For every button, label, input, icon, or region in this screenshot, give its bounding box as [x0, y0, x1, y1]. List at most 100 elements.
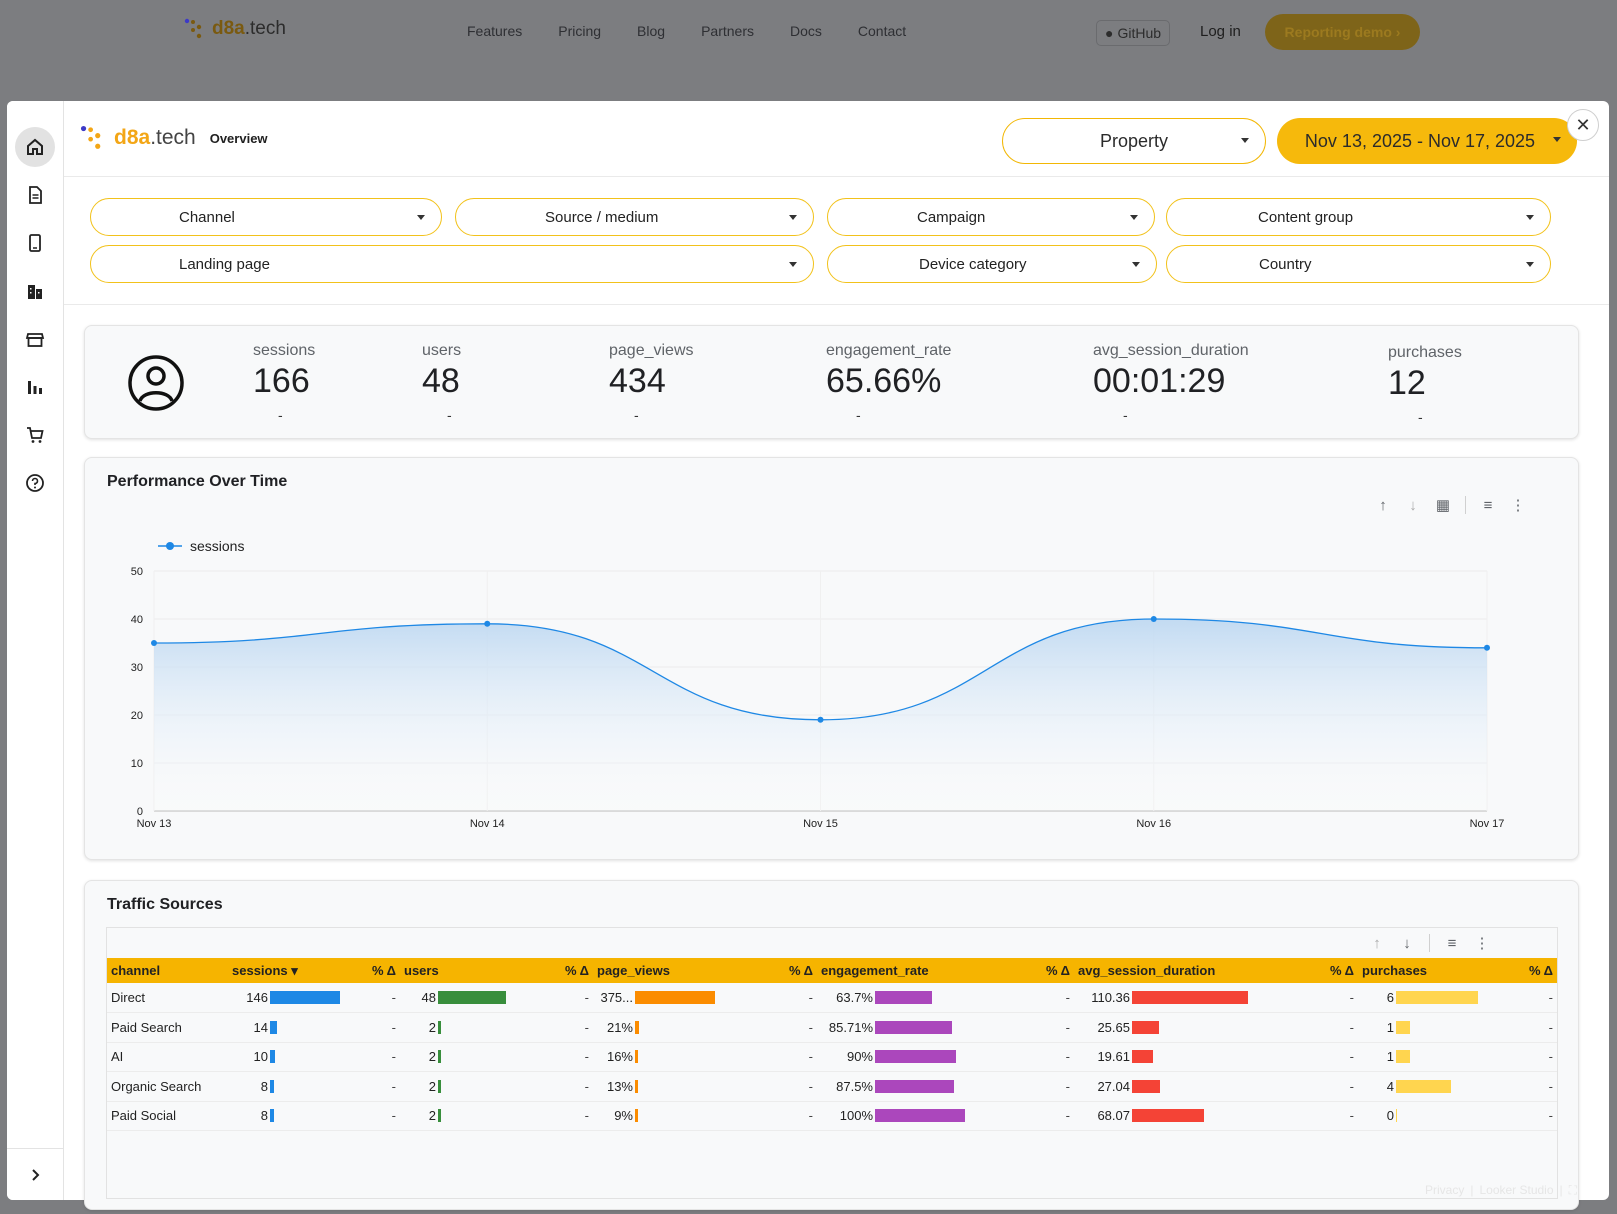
bar-cell: 68.07	[1078, 1108, 1299, 1123]
table-row[interactable]: Paid Social 8 - 2 - 9% - 100% - 68.07 - 0 -	[107, 1101, 1557, 1131]
bar-mark	[635, 1020, 640, 1034]
privacy-link[interactable]: Privacy	[1425, 1183, 1464, 1198]
column-header-delta[interactable]: % Δ	[1303, 958, 1358, 983]
source-medium-filter[interactable]: Source / medium	[455, 198, 814, 236]
device-category-filter[interactable]: Device category	[827, 245, 1157, 283]
cell-avg-session-duration: 110.36	[1074, 983, 1303, 1013]
data-point	[1484, 644, 1490, 651]
cell-delta: -	[348, 1071, 400, 1102]
looker-studio-link[interactable]: Looker Studio	[1479, 1183, 1553, 1198]
column-header-delta[interactable]: % Δ	[1498, 958, 1557, 983]
column-header-engagement-rate[interactable]: engagement_rate	[817, 958, 1017, 983]
column-header-page-views[interactable]: page_views	[593, 958, 763, 983]
github-button[interactable]: ● GitHub	[1096, 20, 1171, 46]
reporting-demo-button[interactable]: Reporting demo ›	[1265, 14, 1420, 50]
rail-store[interactable]	[15, 319, 55, 359]
login-link[interactable]: Log in	[1200, 23, 1241, 40]
column-header-delta[interactable]: % Δ	[763, 958, 817, 983]
table-row[interactable]: Paid Search 14-2-21% -85.71% -25.65-1-	[107, 1012, 1557, 1043]
channel-filter[interactable]: Channel	[90, 198, 442, 236]
cell-delta: -	[1498, 983, 1557, 1013]
rail-home[interactable]	[15, 127, 55, 167]
cell-value: 8	[260, 1108, 268, 1124]
rail-help[interactable]	[15, 463, 55, 503]
date-range-label: Nov 13, 2025 - Nov 17, 2025	[1304, 130, 1536, 151]
cell-value: 25.65	[1097, 1019, 1130, 1035]
cell-delta: -	[763, 1101, 817, 1131]
cell-value: 1	[1386, 1019, 1394, 1035]
legend-label: sessions	[190, 538, 244, 554]
nav-link-pricing[interactable]: Pricing	[558, 23, 601, 39]
column-header-users[interactable]: users	[400, 958, 542, 983]
nav-link-features[interactable]: Features	[467, 23, 522, 39]
close-button[interactable]: ✕	[1567, 109, 1599, 141]
cell-channel: AI	[107, 1042, 228, 1072]
nav-link-contact[interactable]: Contact	[858, 23, 906, 39]
kpi-page-views: page_views 434 -	[609, 342, 694, 423]
fullscreen-icon[interactable]: ⛶	[1569, 1183, 1577, 1198]
column-header-delta[interactable]: % Δ	[542, 958, 593, 983]
bar-mark	[635, 1079, 638, 1093]
bar-cell: 6	[1362, 990, 1494, 1005]
column-header-channel[interactable]: channel	[107, 958, 228, 983]
nav-link-partners[interactable]: Partners	[701, 23, 754, 39]
cell-delta: -	[542, 1101, 593, 1131]
cell-value: 1	[1386, 1049, 1394, 1065]
brand-d8a: d8a	[114, 126, 151, 149]
cell-value: 110.36	[1091, 990, 1130, 1005]
kpi-delta: -	[447, 407, 452, 423]
rail-ecommerce[interactable]	[15, 415, 55, 455]
cell-delta: -	[1303, 1101, 1358, 1131]
cell-value: 10	[253, 1049, 268, 1065]
landing-page-filter[interactable]: Landing page	[90, 245, 814, 283]
property-dropdown[interactable]: Property	[1002, 118, 1266, 164]
brand-tech: .tech	[150, 126, 196, 149]
cell-sessions: 8	[228, 1101, 348, 1131]
rail-analytics[interactable]	[15, 367, 55, 407]
date-range-dropdown[interactable]: Nov 13, 2025 - Nov 17, 2025	[1277, 118, 1577, 164]
bar-mark	[1396, 1020, 1410, 1034]
cell-page-views: 375...	[593, 983, 763, 1013]
phone-icon	[29, 234, 41, 252]
cell-engagement-rate: 100%	[817, 1101, 1017, 1131]
column-header-delta[interactable]: % Δ	[1017, 958, 1074, 983]
campaign-filter[interactable]: Campaign	[827, 198, 1155, 236]
table-row[interactable]: Organic Search 8-2-13% -87.5% -27.04-4-	[107, 1071, 1557, 1102]
site-logo[interactable]: d8a.tech	[184, 18, 286, 40]
rail-expand-button[interactable]	[7, 1148, 64, 1200]
cell-delta: -	[1017, 983, 1074, 1013]
sort-descending-icon[interactable]: ↓	[1399, 935, 1415, 952]
filter-icon[interactable]: ≡	[1444, 935, 1460, 952]
cell-sessions: 14	[228, 1012, 348, 1043]
column-header-sessions[interactable]: sessions ▾	[228, 958, 348, 983]
column-header-delta[interactable]: % Δ	[348, 958, 400, 983]
bar-mark	[1396, 1079, 1451, 1093]
caret-down-icon	[1526, 215, 1534, 220]
rail-content[interactable]	[15, 271, 55, 311]
y-tick-label: 50	[131, 566, 143, 578]
bar-mark	[635, 991, 715, 1004]
country-filter[interactable]: Country	[1166, 245, 1551, 283]
nav-link-docs[interactable]: Docs	[790, 23, 822, 39]
rail-pages[interactable]	[15, 175, 55, 215]
logo-icon	[184, 18, 202, 39]
cell-value: 4	[1386, 1078, 1394, 1094]
caret-down-icon	[789, 262, 797, 267]
cell-delta: -	[542, 1071, 593, 1102]
site-nav-links: Features Pricing Blog Partners Docs Cont…	[467, 23, 906, 39]
column-header-purchases[interactable]: purchases	[1358, 958, 1498, 983]
cell-delta: -	[348, 983, 400, 1013]
column-header-avg-session-duration[interactable]: avg_session_duration	[1074, 958, 1303, 983]
caret-down-icon	[789, 215, 797, 220]
bar-mark	[438, 991, 506, 1004]
cell-value: 27.04	[1097, 1078, 1130, 1094]
sort-ascending-icon[interactable]: ↑	[1369, 935, 1385, 952]
table-row[interactable]: AI 10-2-16% -90% -19.61-1-	[107, 1042, 1557, 1072]
cell-channel: Paid Search	[107, 1012, 228, 1043]
more-options-icon[interactable]: ⋮	[1474, 934, 1490, 952]
rail-devices[interactable]	[15, 223, 55, 263]
y-tick-label: 10	[131, 758, 143, 770]
nav-link-blog[interactable]: Blog	[637, 23, 665, 39]
content-group-filter[interactable]: Content group	[1166, 198, 1551, 236]
table-row[interactable]: Direct 146-48-375... -63.7% -110.36-6-	[107, 983, 1557, 1013]
